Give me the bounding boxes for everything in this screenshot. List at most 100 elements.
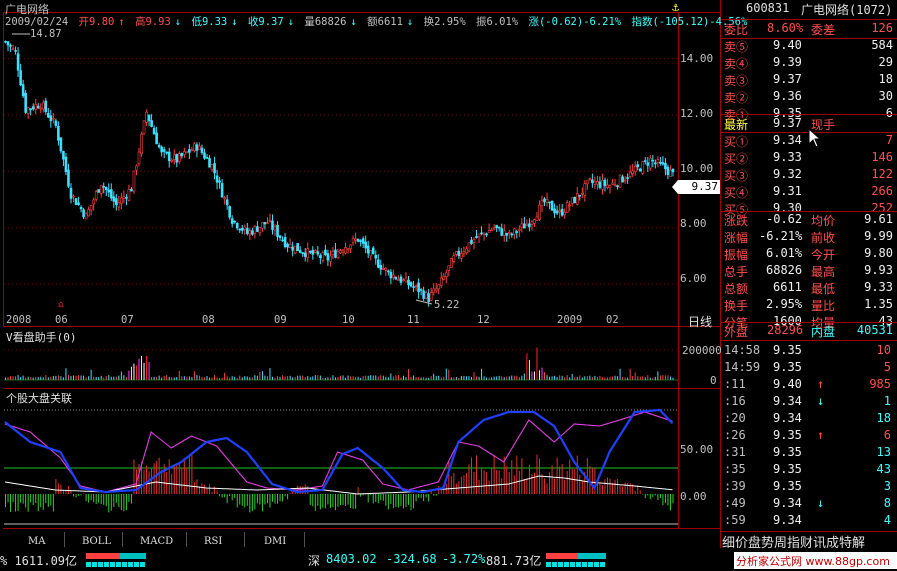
date-label: 2009 — [557, 314, 583, 326]
watermark-text: 分析家公式网 www.88gp.com — [736, 555, 890, 568]
tick-price: 9.40 — [773, 377, 802, 391]
shen-pct: -3.72% — [442, 552, 486, 566]
tick-time: :39 — [724, 479, 746, 493]
mouse-cursor-icon — [808, 127, 822, 148]
tick-price: 9.34 — [773, 394, 802, 408]
volume-chart[interactable] — [4, 336, 678, 386]
bid-row-4: 买④ 9.31 266 — [724, 184, 893, 200]
tick-time: 14:58 — [724, 343, 761, 357]
tab-dmi[interactable]: DMI — [264, 536, 286, 547]
date-label: 07 — [121, 314, 134, 326]
anchor-icon[interactable]: ⚓ — [672, 0, 679, 14]
tick-row: :31 9.35 13 — [721, 445, 897, 462]
tab-ma[interactable]: MA — [28, 536, 45, 547]
stat-row: 总手 68826 最高 9.93 — [724, 263, 893, 279]
tick-arrow-icon: ↓ — [817, 394, 825, 408]
tick-arrow-icon: ↓ — [817, 496, 825, 510]
tick-price: 9.35 — [773, 445, 802, 459]
max-price-label: 14.87 — [30, 28, 62, 40]
tick-volume: 18 — [876, 411, 891, 425]
tick-time: :11 — [724, 377, 746, 391]
tick-volume: 43 — [876, 462, 891, 476]
status-bar: % 1611.09亿 深 8403.02 -324.68 -3.72% 881.… — [0, 549, 897, 571]
tick-volume: 6 — [883, 428, 891, 442]
tick-time: :16 — [724, 394, 746, 408]
tick-row: :11 9.40 ↑ 985 — [721, 377, 897, 394]
quote-panel: 600831 广电网络(1072) 委比 8.60% 委差 126 卖⑤ 9.40… — [721, 0, 897, 551]
stat-row: 换手 2.95% 量比 1.35 — [724, 297, 893, 313]
date-label: 12 — [477, 314, 490, 326]
tick-row: :16 9.34 ↓ 1 — [721, 394, 897, 411]
tick-time: :31 — [724, 445, 746, 459]
tick-price: 9.34 — [773, 513, 802, 527]
vol-y-tick: 200000 — [682, 344, 722, 357]
y-tick: 12.00 — [680, 107, 714, 120]
tick-time: :26 — [724, 428, 746, 442]
stat-row: 涨幅 -6.21% 前收 9.99 — [724, 229, 893, 245]
tick-volume: 8 — [883, 496, 891, 510]
tick-volume: 3 — [883, 479, 891, 493]
ask-row-4: 卖④ 9.39 29 — [724, 55, 893, 71]
vol-y-tick: 0 — [710, 374, 717, 387]
tick-volume: 1 — [883, 394, 891, 408]
tick-time: :49 — [724, 496, 746, 510]
y-tick: 14.00 — [680, 52, 714, 65]
tick-row: :39 9.35 3 — [721, 479, 897, 496]
tick-row: :59 9.34 4 — [721, 513, 897, 530]
tick-time: :59 — [724, 513, 746, 527]
date-label: 10 — [342, 314, 355, 326]
tick-row: :20 9.34 18 — [721, 411, 897, 428]
tab-boll[interactable]: BOLL — [82, 536, 111, 547]
tick-price: 9.35 — [773, 479, 802, 493]
indicator-chart[interactable] — [4, 402, 678, 527]
shen-value: 8403.02 — [326, 552, 377, 566]
shen-change: -324.68 — [386, 552, 437, 566]
tick-price: 9.34 — [773, 496, 802, 510]
ask-row-5: 卖⑤ 9.40 584 — [724, 38, 893, 54]
ask-row-2: 卖② 9.36 30 — [724, 89, 893, 105]
bookmark-icon: ♎ — [58, 300, 65, 311]
tab-macd[interactable]: MACD — [140, 536, 173, 547]
stock-code: 600831 — [746, 1, 790, 15]
tick-row: :26 9.35 ↑ 6 — [721, 428, 897, 445]
tick-volume: 985 — [869, 377, 891, 391]
tick-volume: 4 — [883, 513, 891, 527]
tab-rsi[interactable]: RSI — [204, 536, 222, 547]
tick-price: 9.34 — [773, 411, 802, 425]
bid-row-2: 买② 9.33 146 — [724, 150, 893, 166]
tick-price: 9.35 — [773, 428, 802, 442]
candlestick-chart[interactable] — [4, 26, 678, 314]
current-price-tag: 9.37 — [672, 180, 720, 194]
min-price-label: 5.22 — [434, 299, 460, 311]
ind-y-tick: 0.00 — [680, 490, 707, 503]
date-label: 11 — [407, 314, 420, 326]
tick-volume: 10 — [876, 343, 891, 357]
shen-label: 深 — [308, 554, 321, 568]
tick-time: :35 — [724, 462, 746, 476]
shen-amount: 881.73亿 — [486, 554, 542, 568]
period-label[interactable]: 日线 — [688, 313, 712, 330]
tick-time: 14:59 — [724, 360, 761, 374]
tick-arrow-icon: ↑ — [817, 428, 825, 442]
bid-row-3: 买③ 9.32 122 — [724, 167, 893, 183]
date-label: 06 — [55, 314, 68, 326]
ask-row-3: 卖③ 9.37 18 — [724, 72, 893, 88]
tick-volume: 5 — [883, 360, 891, 374]
date-label: 2008 — [6, 314, 32, 326]
tick-price: 9.35 — [773, 462, 802, 476]
outer-inner-row: 外盘 28296 内盘 40531 — [724, 323, 893, 339]
sh-amount: % 1611.09亿 — [0, 554, 78, 568]
tick-arrow-icon: ↑ — [817, 377, 825, 391]
tick-row: :49 9.34 ↓ 8 — [721, 496, 897, 513]
tick-row: :35 9.35 43 — [721, 462, 897, 479]
date-label: 09 — [274, 314, 287, 326]
stat-row: 涨跌 -0.62 均价 9.61 — [724, 212, 893, 228]
date-label: 02 — [606, 314, 619, 326]
ind-y-tick: 50.00 — [680, 443, 714, 456]
tick-price: 9.35 — [773, 360, 802, 374]
stat-row: 振幅 6.01% 今开 9.80 — [724, 246, 893, 262]
y-tick: 8.00 — [680, 217, 707, 230]
tick-volume: 13 — [876, 445, 891, 459]
y-tick: 10.00 — [680, 162, 714, 175]
tick-row: 14:59 9.35 5 — [721, 360, 897, 377]
